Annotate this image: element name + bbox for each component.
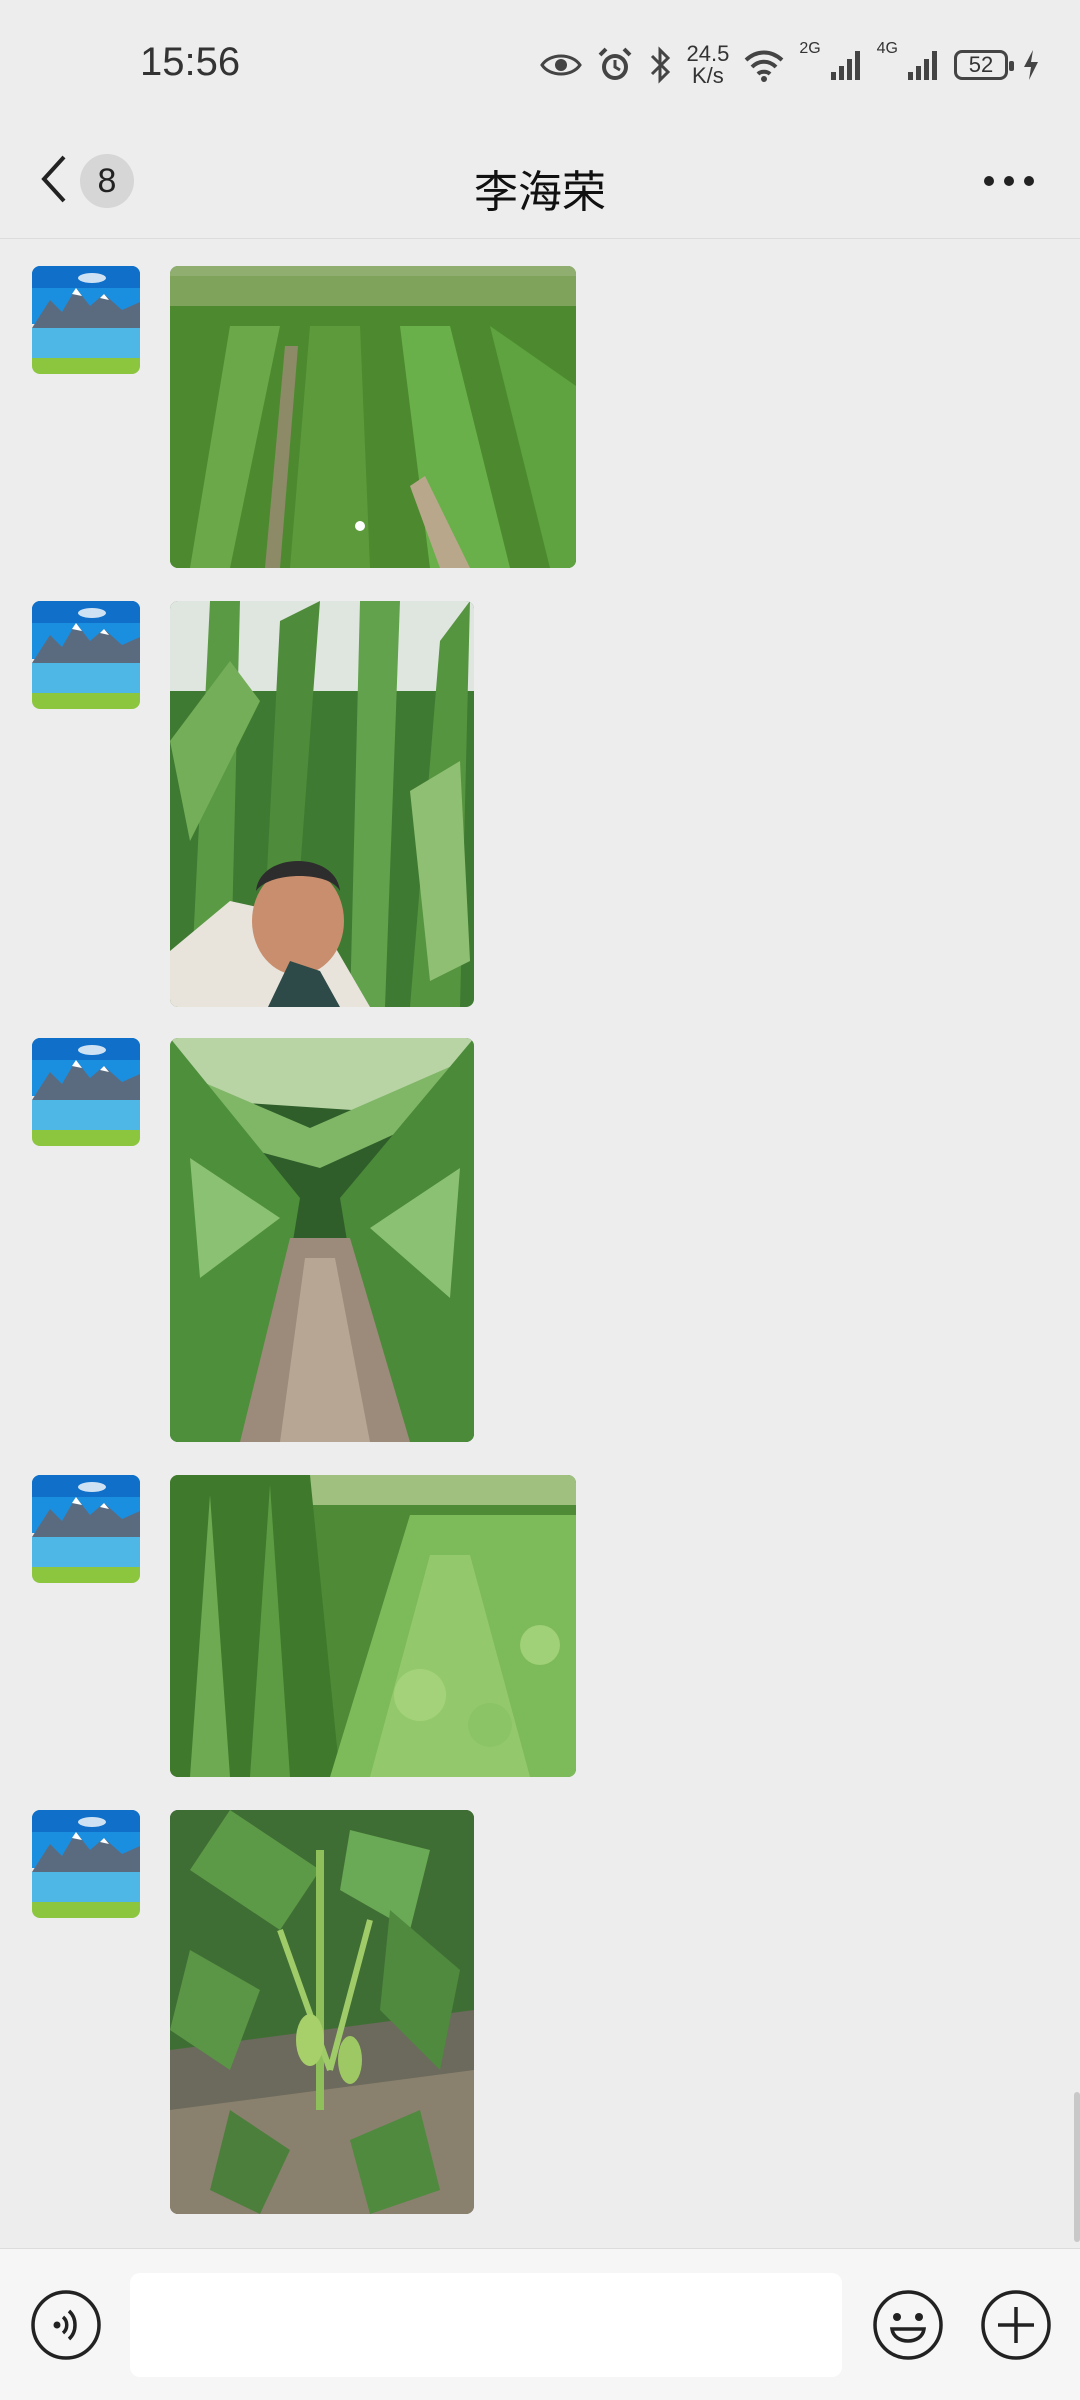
- plus-icon: [980, 2290, 1052, 2365]
- battery-level: 52: [968, 52, 994, 77]
- chat-title: 李海荣: [474, 168, 606, 217]
- network-speed-value: 24.5: [686, 41, 730, 66]
- avatar[interactable]: [32, 1038, 140, 1146]
- alarm-icon: [596, 46, 634, 84]
- signal-sim2-icon: [906, 48, 940, 82]
- avatar[interactable]: [32, 266, 140, 374]
- image-message-corn-row[interactable]: [170, 1038, 474, 1442]
- message-input[interactable]: [130, 2273, 842, 2377]
- status-time: 15:56: [140, 40, 241, 84]
- wifi-icon: [743, 48, 785, 82]
- charging-icon: [1022, 49, 1040, 81]
- chat-screen: 15:56 24.5 K/s 2G 4G 52 8 李海荣: [0, 0, 1080, 2400]
- chat-header: 8 李海荣: [0, 130, 1080, 239]
- network-speed-unit: K/s: [692, 63, 724, 88]
- image-message-soybean-plant[interactable]: [170, 1810, 474, 2214]
- status-icons: 24.5 K/s 2G 4G 52: [540, 40, 1040, 90]
- chat-input-bar: [0, 2248, 1080, 2400]
- sim2-network-label: 4G: [876, 40, 898, 57]
- eye-icon: [540, 50, 583, 80]
- network-speed: 24.5 K/s: [686, 43, 729, 87]
- image-message-corn-selfie[interactable]: [170, 601, 474, 1007]
- sim1-network-label: 2G: [799, 40, 821, 57]
- avatar[interactable]: [32, 1475, 140, 1583]
- emoji-icon: [872, 2290, 944, 2365]
- voice-icon: [30, 2290, 102, 2365]
- emoji-button[interactable]: [872, 2289, 944, 2361]
- more-options-button[interactable]: [974, 158, 1044, 208]
- image-message-intercrop[interactable]: [170, 1475, 576, 1777]
- more-dots-icon: [983, 174, 1035, 192]
- more-functions-button[interactable]: [980, 2289, 1052, 2361]
- avatar[interactable]: [32, 601, 140, 709]
- battery-icon: 52: [954, 50, 1014, 80]
- signal-sim1-icon: [829, 48, 863, 82]
- voice-input-button[interactable]: [30, 2289, 101, 2360]
- scrollbar[interactable]: [1074, 2092, 1080, 2242]
- status-bar: 15:56 24.5 K/s 2G 4G 52: [0, 0, 1080, 130]
- image-message-bean-field[interactable]: [170, 266, 576, 568]
- avatar[interactable]: [32, 1810, 140, 1918]
- bluetooth-icon: [648, 46, 672, 84]
